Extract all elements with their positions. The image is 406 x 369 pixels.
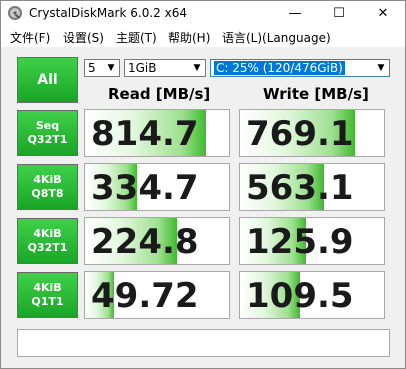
menu-settings[interactable]: 设置(S) [63,29,104,46]
chevron-down-icon: ▼ [193,63,201,73]
read-value: 814.7 [91,114,199,154]
test-size-select[interactable]: 1GiB ▼ [124,59,206,77]
test-label-line2: Q1T1 [31,295,64,308]
read-result: 224.8 [84,217,230,265]
app-window: CrystalDiskMark 6.0.2 x64 — ☐ ✕ 文件(F) 设置… [0,0,406,369]
drive-select[interactable]: C: 25% (120/476GiB) ▼ [210,59,390,77]
test-size-value: 1GiB [128,61,157,75]
test-label-line2: Q8T8 [31,187,64,200]
menu-language[interactable]: 语言(L)(Language) [222,29,331,46]
chevron-down-icon: ▼ [107,63,115,73]
test-label-line2: Q32T1 [27,241,68,254]
write-header: Write [MB/s] [263,85,369,103]
4kib-q1t1-button[interactable]: 4KiB Q1T1 [17,272,78,318]
maximize-button[interactable]: ☐ [317,1,361,27]
all-button[interactable]: All [17,57,78,103]
main-panel: All 5 ▼ 1GiB ▼ C: 25% (120/476GiB) ▼ Rea… [1,47,405,368]
read-header: Read [MB/s] [108,85,211,103]
test-label-line2: Q32T1 [27,133,68,146]
read-value: 49.72 [91,276,199,316]
app-icon [8,6,22,20]
chevron-down-icon: ▼ [377,63,385,73]
write-result: 563.1 [239,163,385,211]
write-result: 769.1 [239,109,385,157]
read-result: 49.72 [84,271,230,319]
test-count-select[interactable]: 5 ▼ [84,59,120,77]
minimize-button[interactable]: — [273,1,317,27]
test-label-line1: 4KiB [33,227,62,240]
read-result: 814.7 [84,109,230,157]
write-value: 769.1 [246,114,354,154]
write-result: 125.9 [239,217,385,265]
menu-bar: 文件(F) 设置(S) 主题(T) 帮助(H) 语言(L)(Language) [1,27,405,47]
write-value: 125.9 [246,222,354,262]
test-count-value: 5 [88,61,96,75]
read-result: 334.7 [84,163,230,211]
test-label-line1: 4KiB [33,281,62,294]
close-button[interactable]: ✕ [361,1,405,27]
read-value: 334.7 [91,168,199,208]
comment-field[interactable] [17,329,390,357]
read-value: 224.8 [91,222,199,262]
seq-q32t1-button[interactable]: Seq Q32T1 [17,110,78,156]
test-label-line1: Seq [35,119,60,132]
title-bar: CrystalDiskMark 6.0.2 x64 — ☐ ✕ [1,1,405,27]
menu-file[interactable]: 文件(F) [10,29,50,46]
test-label-line1: 4KiB [33,173,62,186]
menu-theme[interactable]: 主题(T) [116,29,157,46]
write-value: 563.1 [246,168,354,208]
drive-value: C: 25% (120/476GiB) [214,61,345,75]
write-value: 109.5 [246,276,354,316]
4kib-q8t8-button[interactable]: 4KiB Q8T8 [17,164,78,210]
menu-help[interactable]: 帮助(H) [168,29,210,46]
write-result: 109.5 [239,271,385,319]
window-title: CrystalDiskMark 6.0.2 x64 [29,6,187,20]
4kib-q32t1-button[interactable]: 4KiB Q32T1 [17,218,78,264]
